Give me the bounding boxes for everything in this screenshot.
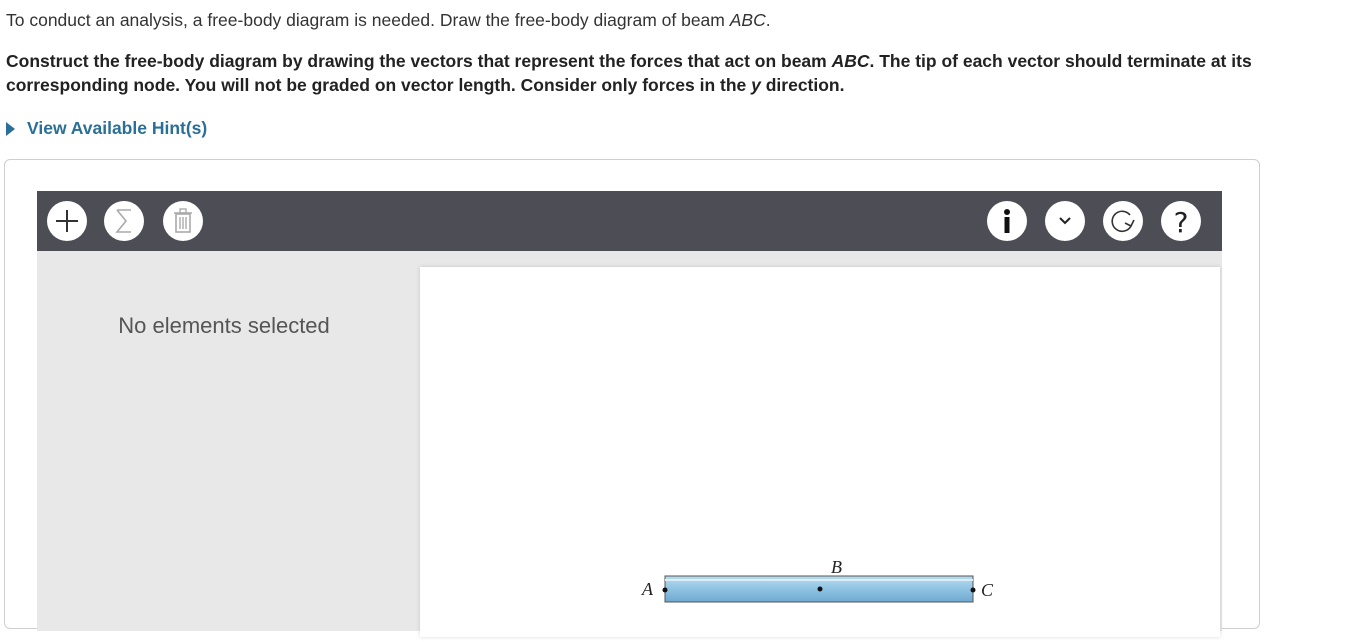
node-c[interactable] <box>970 587 976 593</box>
options-button[interactable] <box>1045 201 1085 241</box>
beam-diagram <box>662 575 976 603</box>
trash-icon <box>174 208 192 233</box>
add-button[interactable] <box>47 201 87 241</box>
view-hints-toggle[interactable]: View Available Hint(s) <box>6 118 207 139</box>
reset-button[interactable] <box>1103 201 1143 241</box>
node-c-label: C <box>981 580 994 600</box>
fbd-tool: ? No elements selected A B C <box>37 191 1222 637</box>
tool-toolbar: ? <box>37 191 1222 251</box>
task-instructions: Construct the free-body diagram by drawi… <box>6 51 1252 95</box>
node-a[interactable] <box>662 587 668 593</box>
drawing-canvas[interactable]: A B C <box>420 267 1220 637</box>
intro-text: To conduct an analysis, a free-body diag… <box>6 10 771 30</box>
help-button[interactable]: ? <box>1161 201 1201 241</box>
reset-icon <box>1111 210 1135 233</box>
info-icon <box>1004 209 1010 233</box>
node-b[interactable] <box>817 586 823 592</box>
hint-label: View Available Hint(s) <box>27 118 208 138</box>
sum-button[interactable] <box>104 201 144 241</box>
properties-panel <box>37 251 411 631</box>
sigma-icon <box>115 209 131 233</box>
node-a-label: A <box>642 579 653 599</box>
plus-icon <box>56 210 78 232</box>
help-icon: ? <box>1174 206 1189 239</box>
node-b-label: B <box>831 557 842 577</box>
chevron-down-icon <box>1059 217 1071 225</box>
svg-text:?: ? <box>1174 206 1189 239</box>
empty-selection-message: No elements selected <box>118 313 330 338</box>
expand-triangle-icon <box>6 121 15 136</box>
info-button[interactable] <box>987 201 1027 241</box>
delete-button[interactable] <box>163 201 203 241</box>
